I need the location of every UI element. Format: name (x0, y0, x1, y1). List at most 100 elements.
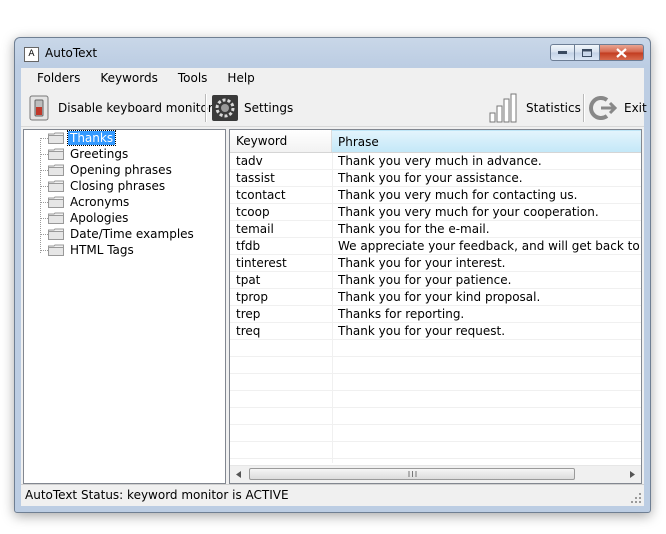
column-header-phrase[interactable]: Phrase (332, 130, 641, 152)
keyword-list[interactable]: Keyword Phrase tadv Thank you very much i… (229, 129, 642, 484)
title-bar[interactable]: A AutoText (15, 38, 650, 68)
statistics-button[interactable]: Statistics (489, 92, 581, 123)
phrase-cell: We appreciate your feedback, and will ge… (338, 239, 641, 253)
folder-item-acronyms[interactable]: Acronyms (48, 194, 131, 210)
tree-connector (40, 186, 48, 187)
folder-icon (48, 132, 64, 144)
folder-item-html-tags[interactable]: HTML Tags (48, 242, 136, 258)
table-row[interactable]: treq Thank you for your request. (230, 323, 641, 340)
keyword-cell: tinterest (236, 256, 287, 270)
phrase-cell: Thanks for reporting. (338, 307, 465, 321)
maximize-icon (582, 48, 592, 57)
folder-item-closing-phrases[interactable]: Closing phrases (48, 178, 167, 194)
folder-label: Closing phrases (70, 179, 166, 193)
menu-keywords[interactable]: Keywords (90, 68, 168, 89)
scroll-right-button[interactable] (624, 466, 641, 483)
keyword-cell: tprop (236, 290, 268, 304)
app-icon[interactable]: A (24, 47, 39, 62)
tree-connector (40, 138, 48, 139)
keyword-cell: trep (236, 307, 261, 321)
folder-label: HTML Tags (70, 243, 134, 257)
exit-button[interactable]: Exit (589, 92, 647, 123)
tree-connector (40, 202, 48, 203)
keyword-cell: treq (236, 324, 261, 338)
menu-tools[interactable]: Tools (168, 68, 218, 89)
arrow-right-icon (630, 471, 635, 478)
table-row[interactable]: tassist Thank you for your assistance. (230, 170, 641, 187)
horizontal-scrollbar[interactable] (230, 465, 641, 483)
menu-folders[interactable]: Folders (21, 68, 90, 89)
app-window: A AutoText Folders Keywords Tools Help D… (14, 37, 651, 513)
empty-row (230, 357, 641, 374)
table-row[interactable]: trep Thanks for reporting. (230, 306, 641, 323)
folder-tree[interactable]: Thanks Greetings Opening phrases Closing… (23, 129, 226, 484)
menu-help[interactable]: Help (217, 68, 264, 89)
close-icon (616, 47, 627, 58)
folder-label: Date/Time examples (70, 227, 194, 241)
table-row[interactable]: tinterest Thank you for your interest. (230, 255, 641, 272)
settings-button[interactable]: Settings (211, 92, 293, 123)
tree-connector (40, 154, 48, 155)
table-row[interactable]: temail Thank you for the e-mail. (230, 221, 641, 238)
column-header-keyword[interactable]: Keyword (230, 130, 332, 152)
phrase-cell: Thank you for your patience. (338, 273, 512, 287)
folder-item-thanks[interactable]: Thanks (48, 130, 117, 146)
minimize-button[interactable] (550, 44, 575, 61)
phrase-cell: Thank you for the e-mail. (338, 222, 490, 236)
folder-label: Apologies (70, 211, 129, 225)
table-row[interactable]: tfdb We appreciate your feedback, and wil… (230, 238, 641, 255)
folder-label: Acronyms (70, 195, 130, 209)
settings-label: Settings (244, 100, 294, 115)
phrase-cell: Thank you very much for contacting us. (338, 188, 578, 202)
folder-icon (48, 228, 64, 240)
empty-row (230, 374, 641, 391)
keyword-cell: tpat (236, 273, 261, 287)
disable-keyboard-monitor-label: Disable keyboard monitor (58, 100, 213, 115)
keyword-cell: tadv (236, 154, 263, 168)
folder-icon (48, 244, 64, 256)
tree-connector (40, 170, 48, 171)
folder-icon (48, 148, 64, 160)
folder-item-greetings[interactable]: Greetings (48, 146, 130, 162)
folder-item-apologies[interactable]: Apologies (48, 210, 130, 226)
table-row[interactable]: tadv Thank you very much in advance. (230, 153, 641, 170)
scrollbar-thumb[interactable] (249, 468, 575, 480)
settings-gear-icon (212, 94, 238, 121)
phrase-cell: Thank you for your interest. (338, 256, 506, 270)
table-row[interactable]: tprop Thank you for your kind proposal. (230, 289, 641, 306)
table-row[interactable]: tcontact Thank you very much for contacti… (230, 187, 641, 204)
empty-row (230, 408, 641, 425)
tree-connector (40, 218, 48, 219)
resize-grip-icon[interactable] (630, 492, 642, 504)
folder-item-opening-phrases[interactable]: Opening phrases (48, 162, 174, 178)
toolbar-separator (205, 94, 207, 122)
folder-item-date-time-examples[interactable]: Date/Time examples (48, 226, 196, 242)
keyword-cell: tassist (236, 171, 275, 185)
phrase-cell: Thank you very much in advance. (338, 154, 542, 168)
statistics-label: Statistics (526, 100, 581, 115)
exit-label: Exit (624, 100, 647, 115)
switch-icon (29, 95, 49, 120)
window-controls (550, 44, 644, 63)
phrase-cell: Thank you for your assistance. (338, 171, 523, 185)
empty-row (230, 425, 641, 442)
tree-connector (40, 138, 41, 253)
toolbar: Disable keyboard monitor Settings Statis… (21, 89, 647, 127)
table-row[interactable]: tcoop Thank you very much for your cooper… (230, 204, 641, 221)
close-button[interactable] (600, 44, 644, 61)
disable-keyboard-monitor-button[interactable]: Disable keyboard monitor (25, 92, 213, 123)
phrase-cell: Thank you for your kind proposal. (338, 290, 541, 304)
maximize-button[interactable] (575, 44, 600, 61)
empty-row (230, 391, 641, 408)
folder-label: Opening phrases (70, 163, 172, 177)
folder-icon (48, 164, 64, 176)
empty-row (230, 340, 641, 357)
scroll-left-button[interactable] (230, 466, 247, 483)
keyword-cell: tfdb (236, 239, 261, 253)
keyword-cell: tcoop (236, 205, 270, 219)
statistics-bars-icon (489, 93, 517, 122)
table-row[interactable]: tpat Thank you for your patience. (230, 272, 641, 289)
tree-connector (40, 250, 48, 251)
folder-icon (48, 180, 64, 192)
arrow-left-icon (236, 471, 241, 478)
